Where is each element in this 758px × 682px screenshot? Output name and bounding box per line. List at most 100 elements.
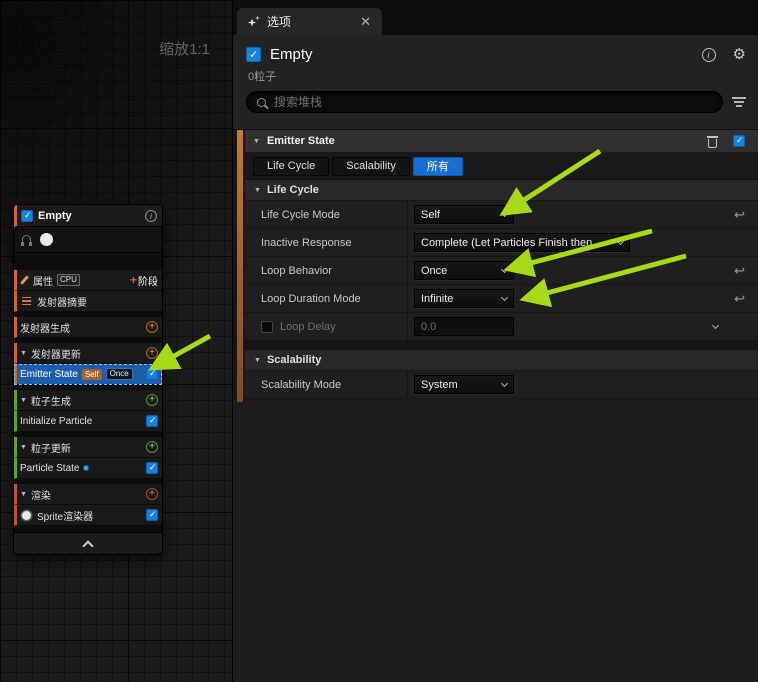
node-row-emitter-state[interactable]: Emitter State Self Once (14, 364, 162, 385)
particle-count: 0粒子 (248, 71, 277, 83)
property-label: Loop Duration Mode (261, 292, 361, 305)
emitter-node-header[interactable]: Empty i (14, 205, 162, 227)
loop-duration-mode-dropdown[interactable]: Infinite (414, 289, 514, 308)
initialize-particle-checkbox[interactable] (146, 415, 158, 427)
filter-tab-bar: Life Cycle Scalability 所有 (245, 153, 758, 180)
particle-state-checkbox[interactable] (146, 462, 158, 474)
chevron-down-icon (500, 265, 509, 274)
chevron-up-icon (82, 539, 94, 552)
filter-icon[interactable] (732, 97, 746, 107)
add-stage-button[interactable]: + 阶段 (130, 273, 158, 288)
node-row-emitter-summary[interactable]: 发射器摘要 (14, 291, 162, 312)
zoom-label: 缩放1:1 (159, 41, 210, 58)
emitter-state-checkbox[interactable] (146, 368, 158, 380)
node-title: Empty (38, 209, 72, 222)
delete-icon[interactable] (707, 135, 718, 148)
loop-behavior-dropdown[interactable]: Once (414, 261, 514, 280)
panel-title: Empty (270, 46, 313, 63)
node-row-particle-update[interactable]: ▼ 粒子更新 + (14, 437, 162, 458)
property-label: Life Cycle Mode (261, 208, 340, 221)
add-module-icon[interactable]: + (146, 394, 158, 406)
chevron-down-icon (500, 379, 509, 388)
category-scalability[interactable]: ▼ Scalability (245, 350, 758, 371)
module-enabled-checkbox[interactable] (733, 135, 745, 147)
tab-strip: 选项 ✕ (233, 0, 758, 35)
collapse-triangle-icon[interactable]: ▼ (20, 350, 27, 357)
close-icon[interactable]: ✕ (360, 14, 371, 30)
node-thumbnail-row (14, 227, 162, 253)
node-row-particle-state[interactable]: Particle State (14, 458, 162, 479)
sprite-renderer-checkbox[interactable] (146, 509, 158, 521)
row-life-cycle-mode: Life Cycle Mode Self ↩ (245, 201, 758, 229)
add-module-icon[interactable]: + (146, 321, 158, 333)
list-icon (22, 296, 31, 306)
gear-icon[interactable]: ⚙ (733, 47, 746, 62)
material-thumbnail (40, 233, 53, 246)
info-icon[interactable]: i (701, 47, 716, 62)
loop-delay-checkbox[interactable] (261, 320, 273, 333)
add-module-icon[interactable]: + (146, 347, 158, 359)
chevron-down-icon (500, 293, 509, 302)
collapse-triangle-icon[interactable]: ▼ (20, 444, 27, 451)
solo-icon[interactable] (21, 234, 32, 246)
node-row-particle-spawn[interactable]: ▼ 粒子生成 + (14, 390, 162, 411)
tab-scalability[interactable]: Scalability (332, 156, 410, 176)
collapse-triangle-icon: ▼ (254, 356, 261, 364)
self-badge: Self (81, 368, 102, 380)
emitter-accent-bar (237, 130, 243, 402)
reset-button[interactable]: ↩ (734, 207, 745, 223)
loop-delay-value[interactable]: 0.0 (414, 317, 514, 336)
node-row-emitter-spawn[interactable]: 发射器生成 + (14, 317, 162, 338)
node-row-render[interactable]: ▼ 渲染 + (14, 484, 162, 505)
once-badge: Once (105, 368, 133, 380)
options-panel: 选项 ✕ Empty i ⚙ 0粒子 ▼ Emitter State (233, 0, 758, 682)
properties-label: 属性 (33, 276, 53, 288)
sprite-icon (22, 510, 31, 520)
search-input[interactable] (274, 95, 712, 109)
tab-options[interactable]: 选项 ✕ (237, 8, 382, 35)
state-dot-icon (83, 465, 90, 471)
node-row-emitter-update[interactable]: ▼ 发射器更新 + (14, 343, 162, 364)
search-icon (257, 97, 266, 107)
scalability-mode-dropdown[interactable]: System (414, 375, 514, 394)
tab-life-cycle[interactable]: Life Cycle (253, 156, 330, 176)
node-row-properties[interactable]: 属性 CPU + 阶段 (14, 270, 162, 291)
property-label: Loop Delay (280, 320, 336, 333)
inactive-response-dropdown[interactable]: Complete (Let Particles Finish then (414, 233, 630, 252)
category-life-cycle[interactable]: ▼ Life Cycle (245, 180, 758, 201)
graph-canvas[interactable]: 缩放1:1 Empty i 属性 CPU + 阶段 发射器摘要 (0, 0, 233, 682)
emitter-state-section-header[interactable]: ▼ Emitter State (245, 130, 758, 153)
collapse-triangle-icon[interactable]: ▼ (20, 491, 27, 498)
pencil-icon (20, 275, 29, 285)
emitter-enabled-checkbox[interactable] (246, 47, 261, 62)
section-title: Emitter State (266, 135, 335, 147)
node-collapse-button[interactable] (14, 532, 162, 554)
search-box (246, 91, 723, 113)
node-row-sprite-renderer[interactable]: Sprite渲染器 (14, 505, 162, 526)
row-loop-duration-mode: Loop Duration Mode Infinite ↩ (245, 285, 758, 313)
row-inactive-response: Inactive Response Complete (Let Particle… (245, 229, 758, 257)
reset-button[interactable]: ↩ (734, 263, 745, 279)
emitter-node-panel: Empty i 属性 CPU + 阶段 发射器摘要 (13, 204, 163, 555)
node-row-initialize-particle[interactable]: Initialize Particle (14, 411, 162, 432)
add-renderer-icon[interactable]: + (146, 488, 158, 500)
sparkle-icon (248, 16, 260, 28)
add-module-icon[interactable]: + (146, 441, 158, 453)
tab-label: 选项 (267, 15, 292, 29)
row-loop-delay: Loop Delay 0.0 (245, 313, 758, 341)
panel-header: Empty i ⚙ 0粒子 (233, 35, 758, 130)
tab-all[interactable]: 所有 (412, 156, 463, 176)
property-label: Inactive Response (261, 236, 352, 249)
collapse-triangle-icon: ▼ (254, 186, 261, 194)
cpu-badge: CPU (57, 274, 80, 286)
collapse-triangle-icon[interactable]: ▼ (253, 138, 260, 145)
row-scalability-mode: Scalability Mode System (245, 371, 758, 399)
node-enabled-checkbox[interactable] (21, 209, 33, 222)
expand-chevron-icon[interactable] (711, 321, 720, 330)
reset-button[interactable]: ↩ (734, 291, 745, 307)
property-label: Scalability Mode (261, 378, 342, 391)
property-label: Loop Behavior (261, 264, 332, 277)
chevron-down-icon (500, 209, 509, 218)
collapse-triangle-icon[interactable]: ▼ (20, 397, 27, 404)
life-cycle-mode-dropdown[interactable]: Self (414, 205, 514, 224)
